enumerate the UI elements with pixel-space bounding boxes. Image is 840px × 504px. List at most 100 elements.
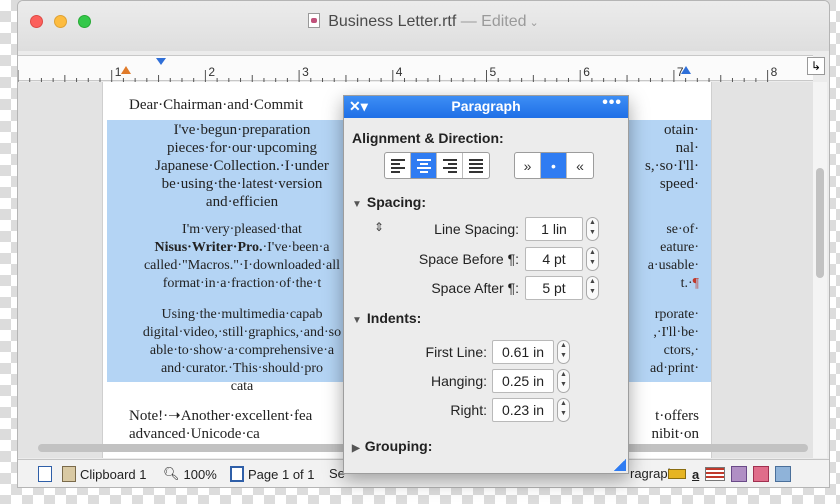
page-icon: [230, 466, 244, 482]
palette-resize-handle[interactable]: [614, 459, 626, 471]
space-after-stepper[interactable]: ▲ ▼: [586, 276, 599, 300]
text-line: rporate·: [654, 307, 699, 322]
right-indent-stepper[interactable]: ▲ ▼: [557, 398, 570, 422]
text-line: Japanese·Collection.·I·under: [155, 158, 329, 174]
direction-segmented-control[interactable]: » • «: [514, 152, 594, 179]
text-line: se·of·: [666, 222, 699, 237]
first-line-row: First Line: 0.61 in ▲ ▼: [384, 340, 570, 364]
palette-header[interactable]: ✕▾ Paragraph •••: [344, 94, 628, 118]
text-line: speed·: [659, 176, 699, 192]
line-spacing-stepper[interactable]: ▲ ▼: [586, 217, 599, 241]
indents-section-header[interactable]: ▼ Indents:: [352, 310, 421, 326]
line-spacing-field[interactable]: 1 lin: [525, 217, 583, 241]
vertical-scrollbar[interactable]: [813, 82, 827, 458]
right-indent-label: Right:: [450, 402, 487, 418]
left-indent-marker: [121, 66, 131, 74]
ruler-number: 3: [302, 65, 309, 79]
split-view-icon: [38, 466, 52, 482]
text-line: ad·print·: [650, 361, 699, 376]
first-line-field[interactable]: 0.61 in: [492, 340, 554, 364]
align-right-icon: [442, 157, 457, 175]
document-info-icon[interactable]: [775, 466, 792, 482]
clipboard-label: Clipboard 1: [80, 466, 147, 482]
paragraph-2-right[interactable]: se·of· eature· a·usable· t.·¶: [629, 221, 699, 293]
align-center-icon: [416, 157, 431, 175]
greeting-paragraph[interactable]: Dear·Chairman·and·Commit: [129, 96, 303, 114]
align-right-button[interactable]: [437, 153, 463, 178]
first-line-label: First Line:: [425, 344, 487, 360]
ruler[interactable]: 12345678: [18, 55, 813, 82]
line-spacing-mode-icon[interactable]: ⇕: [374, 220, 384, 234]
disclosure-triangle-right-icon: ▶: [352, 443, 360, 454]
paragraph-3-left[interactable]: Using·the·multimedia·capab digital·video,…: [123, 306, 361, 396]
clipboard-selector[interactable]: Clipboard 1: [62, 466, 147, 482]
ruler-number: 8: [771, 65, 778, 79]
space-after-label: Space After ¶:: [431, 280, 519, 296]
align-center-button[interactable]: [411, 153, 437, 178]
ruler-number: 6: [583, 65, 590, 79]
ruler-number: 2: [208, 65, 215, 79]
hanging-stepper[interactable]: ▲ ▼: [557, 369, 570, 393]
zoom-label: 100%: [183, 466, 217, 482]
text-line: and·efficien: [205, 194, 279, 210]
chevron-down-icon[interactable]: ⌄: [530, 17, 539, 29]
title-bar: Business Letter.rtf — Edited ⌄: [18, 1, 829, 51]
text-line: and·curator.·This·should·pro: [160, 361, 324, 376]
text-line: be·using·the·latest·version: [161, 176, 323, 192]
window-title[interactable]: Business Letter.rtf — Edited ⌄: [18, 13, 829, 31]
text-line: ,·I'll·be·: [653, 325, 699, 340]
indents-section-title: Indents:: [366, 310, 422, 326]
space-before-stepper[interactable]: ▲ ▼: [586, 247, 599, 271]
hanging-field[interactable]: 0.25 in: [492, 369, 554, 393]
text-line: a·usable·: [647, 258, 699, 273]
ruler-number: 1: [115, 65, 122, 79]
space-after-row: Space After ¶: 5 pt ▲ ▼: [394, 276, 599, 300]
character-style-icon[interactable]: a: [692, 467, 699, 482]
paragraph-4-left[interactable]: Note!·➝Another·excellent·fea advanced·Uni…: [129, 407, 312, 443]
page-indicator[interactable]: Page 1 of 1: [230, 466, 315, 482]
paragraph-1-right[interactable]: otain· nal· s,·so·I'll· speed·: [629, 121, 699, 193]
ruler-icon[interactable]: [668, 469, 686, 479]
natural-direction-button[interactable]: •: [541, 153, 567, 178]
paragraph-3-right[interactable]: rporate· ,·I'll·be· ctors,· ad·print·: [619, 306, 699, 378]
paragraph-4-right[interactable]: t·offers nibit·on: [629, 407, 700, 443]
more-options-icon[interactable]: •••: [602, 94, 622, 112]
page-label: Page 1 of 1: [248, 466, 315, 482]
us-flag-icon[interactable]: [705, 467, 726, 481]
bold-product-name: Nisus·Writer·Pro.: [154, 240, 263, 255]
text-line: called·"Macros."·I·downloaded·all: [143, 258, 341, 273]
hanging-label: Hanging:: [430, 373, 487, 389]
text-line: otain·: [664, 122, 699, 138]
disclosure-triangle-icon: ▼: [352, 315, 362, 326]
left-to-right-button[interactable]: »: [515, 153, 541, 178]
space-before-field[interactable]: 4 pt: [525, 247, 583, 271]
spacing-section-header[interactable]: ▼ Spacing:: [352, 194, 426, 210]
space-after-field[interactable]: 5 pt: [525, 276, 583, 300]
text-line: Nisus·Writer·Pro.·I've·been·a: [154, 240, 330, 255]
ruler-toggle-button[interactable]: ↳: [807, 57, 825, 75]
text-line: t·offers: [655, 408, 699, 424]
first-line-stepper[interactable]: ▲ ▼: [557, 340, 570, 364]
paragraph-2-left[interactable]: I'm·very·pleased·that Nisus·Writer·Pro.·I…: [123, 221, 361, 293]
align-left-button[interactable]: [385, 153, 411, 178]
window-title-text: Business Letter.rtf: [328, 13, 457, 30]
right-indent-field[interactable]: 0.23 in: [492, 398, 554, 422]
align-left-icon: [390, 157, 405, 175]
table-icon[interactable]: [753, 466, 770, 482]
grouping-section-header[interactable]: ▶ Grouping:: [352, 438, 432, 454]
vertical-scroll-thumb[interactable]: [816, 168, 824, 278]
alignment-section-title: Alignment & Direction:: [352, 130, 504, 146]
right-to-left-button[interactable]: «: [567, 153, 593, 178]
paragraph-palette[interactable]: ✕▾ Paragraph ••• Alignment & Direction: …: [343, 94, 629, 474]
split-view-button[interactable]: [38, 466, 52, 482]
rtf-document-icon: [308, 13, 321, 28]
text-line: Note!·➝Another·excellent·fea: [129, 408, 313, 424]
paragraph-1-left[interactable]: I've·begun·preparation pieces·for·our·upc…: [123, 121, 361, 211]
text-line: I've·begun·preparation: [173, 122, 311, 138]
zoom-selector[interactable]: 🔍︎ 100%: [163, 466, 217, 482]
language-icon[interactable]: [731, 466, 748, 482]
text-line: nal·: [675, 140, 699, 156]
text-line: Using·the·multimedia·capab: [161, 307, 323, 322]
alignment-segmented-control[interactable]: [384, 152, 490, 179]
align-justify-button[interactable]: [463, 153, 489, 178]
